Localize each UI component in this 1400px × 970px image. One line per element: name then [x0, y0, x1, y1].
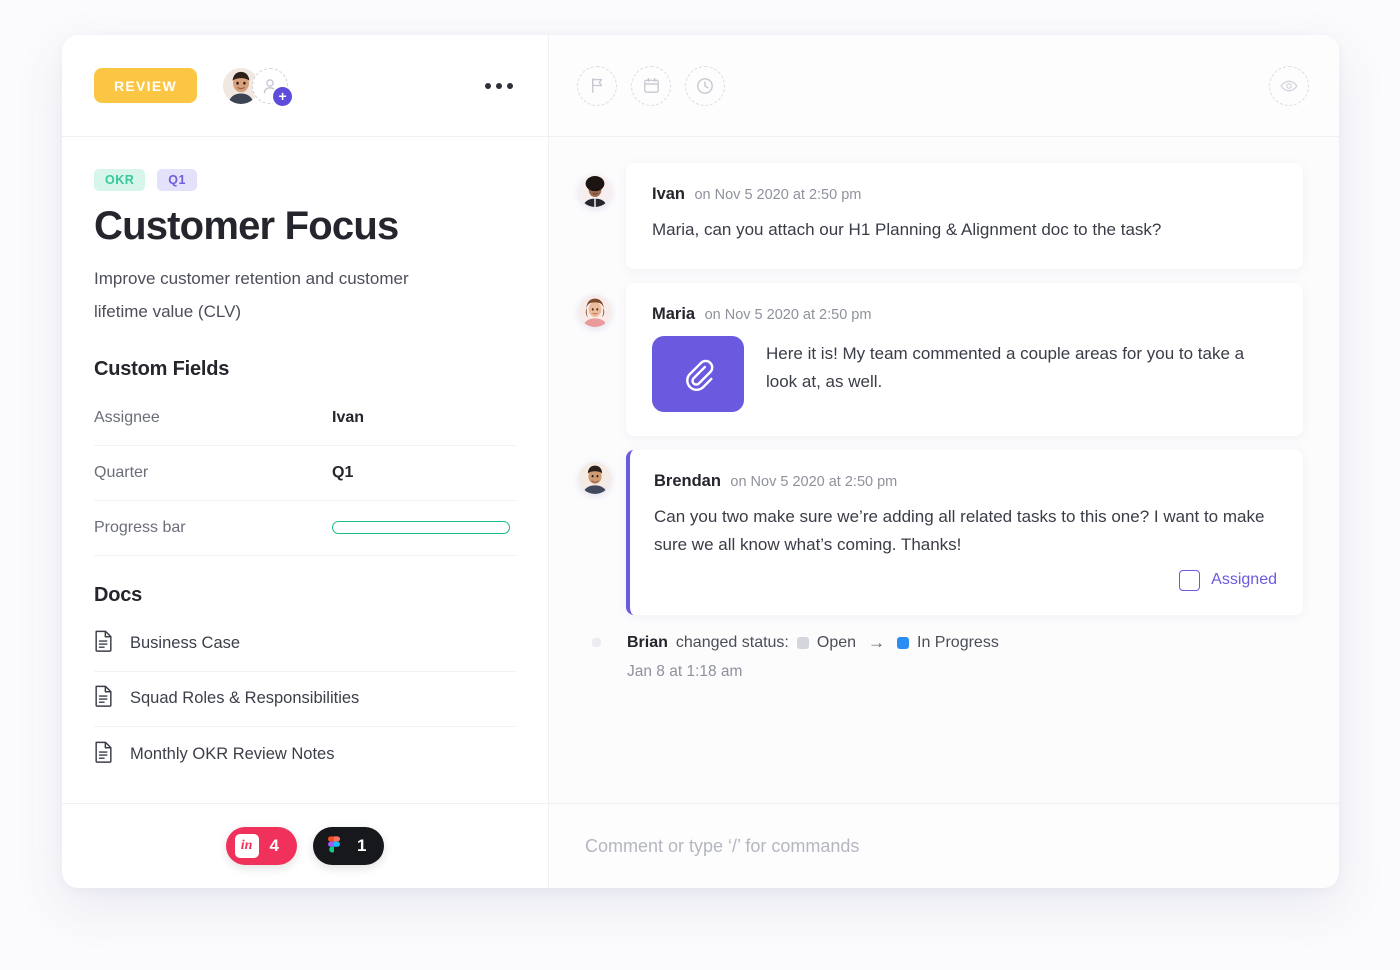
- comment-timestamp: on Nov 5 2020 at 2:50 pm: [730, 473, 898, 490]
- integration-count: 1: [357, 836, 367, 855]
- activity-pane: Ivan on Nov 5 2020 at 2:50 pm Maria, can…: [549, 137, 1339, 803]
- add-person-button[interactable]: +: [252, 67, 293, 106]
- task-header-left: REVIEW +: [62, 35, 549, 137]
- activity-actor: Brian: [627, 633, 668, 651]
- task-footer: in 4 1 Comment or type ‘/’ for commands: [62, 803, 1339, 888]
- activity-to-status: In Progress: [917, 633, 999, 651]
- comment-item: Ivan on Nov 5 2020 at 2:50 pm Maria, can…: [579, 163, 1303, 269]
- integration-pill-invision[interactable]: in 4: [225, 827, 297, 865]
- activity-action: changed status:: [675, 633, 789, 651]
- comment-bubble: Ivan on Nov 5 2020 at 2:50 pm Maria, can…: [626, 163, 1303, 269]
- document-icon: [94, 630, 113, 657]
- custom-field-value: Q1: [332, 463, 354, 481]
- assigned-row: Assigned: [654, 569, 1277, 591]
- attachment-tile[interactable]: [652, 335, 744, 412]
- custom-field-quarter[interactable]: Quarter Q1: [94, 446, 516, 501]
- activity-item-status-change: Brian changed status: Open → In Progress…: [580, 633, 1303, 681]
- eye-icon: [1280, 80, 1298, 91]
- assignee-group: +: [223, 67, 293, 106]
- doc-item-label: Business Case: [130, 634, 241, 653]
- status-badge[interactable]: REVIEW: [94, 68, 198, 103]
- comment-text: Maria, can you attach our H1 Planning & …: [652, 220, 1162, 239]
- custom-field-value: Ivan: [332, 408, 365, 426]
- custom-field-label: Assignee: [94, 408, 160, 426]
- progress-bar[interactable]: [332, 521, 510, 535]
- integration-count: 4: [269, 836, 279, 855]
- calendar-icon: [643, 77, 659, 93]
- comment-input-placeholder[interactable]: Comment or type ‘/’ for commands: [585, 836, 859, 857]
- doc-item-monthly-okr-review-notes[interactable]: Monthly OKR Review Notes: [94, 727, 516, 782]
- status-swatch-in-progress: [897, 636, 910, 649]
- task-body: OKR Q1 Customer Focus Improve customer r…: [62, 137, 1339, 803]
- set-priority-button[interactable]: [577, 65, 617, 106]
- kebab-menu-icon[interactable]: [485, 82, 513, 89]
- doc-item-label: Squad Roles & Responsibilities: [130, 689, 360, 708]
- comment-composer[interactable]: Comment or type ‘/’ for commands: [549, 804, 1339, 888]
- task-header-right: [549, 35, 1339, 137]
- plus-icon: +: [273, 86, 293, 106]
- watch-task-button[interactable]: [1269, 65, 1309, 106]
- clock-icon: [697, 77, 713, 94]
- comment-meta: Ivan on Nov 5 2020 at 2:50 pm: [652, 185, 1277, 204]
- doc-item-squad-roles[interactable]: Squad Roles & Responsibilities: [94, 672, 516, 727]
- comment-timestamp: on Nov 5 2020 at 2:50 pm: [704, 306, 872, 323]
- custom-field-label: Quarter: [94, 463, 149, 481]
- avatar[interactable]: [579, 175, 611, 207]
- integrations-bar: in 4 1: [62, 804, 549, 888]
- assigned-checkbox[interactable]: [1179, 569, 1201, 591]
- figma-icon: [322, 834, 346, 858]
- comment-author: Brendan: [654, 471, 721, 490]
- custom-field-progress-bar[interactable]: Progress bar: [94, 501, 516, 556]
- comment-bubble: Maria on Nov 5 2020 at 2:50 pm Here it i…: [626, 282, 1303, 436]
- tag-list: OKR Q1: [94, 169, 516, 191]
- comment-meta: Maria on Nov 5 2020 at 2:50 pm: [652, 305, 1277, 324]
- avatar[interactable]: [579, 294, 611, 327]
- comment-attachment-row: Here it is! My team commented a couple a…: [652, 335, 1277, 412]
- doc-item-business-case[interactable]: Business Case: [94, 617, 516, 672]
- paperclip-icon: [686, 359, 714, 391]
- task-description: Improve customer retention and customer …: [94, 268, 409, 321]
- custom-field-assignee[interactable]: Assignee Ivan: [94, 391, 516, 446]
- comment-text: Can you two make sure we’re adding all r…: [654, 506, 1265, 555]
- set-due-date-button[interactable]: [631, 65, 671, 106]
- comment-item: Brendan on Nov 5 2020 at 2:50 pm Can you…: [579, 449, 1303, 615]
- assigned-label: Assigned: [1211, 571, 1277, 589]
- task-header: REVIEW +: [62, 35, 1339, 137]
- comment-author: Ivan: [652, 185, 686, 203]
- comment-author: Maria: [652, 304, 696, 323]
- custom-fields-heading: Custom Fields: [94, 357, 230, 380]
- comment-text: Here it is! My team commented a couple a…: [766, 343, 1245, 392]
- status-swatch-open: [796, 636, 809, 649]
- screenshot-root: REVIEW + OKR Q1 Customer Focus Improve c…: [0, 0, 1400, 970]
- activity-line: Brian changed status: Open → In Progress: [627, 633, 999, 653]
- document-icon: [94, 741, 113, 768]
- avatar[interactable]: [579, 461, 611, 494]
- track-time-button[interactable]: [685, 65, 725, 106]
- comment-meta: Brendan on Nov 5 2020 at 2:50 pm: [654, 472, 1277, 491]
- tag-okr[interactable]: OKR: [94, 169, 146, 191]
- custom-field-label: Progress bar: [94, 518, 186, 536]
- activity-from-status: Open: [816, 633, 857, 651]
- activity-body: Brian changed status: Open → In Progress…: [627, 633, 999, 681]
- doc-item-label: Monthly OKR Review Notes: [130, 744, 335, 763]
- docs-heading: Docs: [94, 583, 143, 606]
- comment-bubble: Brendan on Nov 5 2020 at 2:50 pm Can you…: [626, 449, 1303, 615]
- invision-icon: in: [234, 834, 259, 858]
- comment-timestamp: on Nov 5 2020 at 2:50 pm: [694, 187, 862, 203]
- arrow-icon: →: [868, 632, 886, 652]
- tag-q1[interactable]: Q1: [157, 169, 197, 191]
- activity-timestamp: Jan 8 at 1:18 am: [627, 662, 743, 680]
- task-detail-card: REVIEW + OKR Q1 Customer Focus Improve c…: [62, 35, 1339, 888]
- activity-dot-icon: [580, 633, 612, 647]
- document-icon: [94, 685, 113, 712]
- flag-icon: [591, 78, 602, 93]
- page-title: Customer Focus: [94, 203, 399, 248]
- comment-item: Maria on Nov 5 2020 at 2:50 pm Here it i…: [579, 282, 1303, 436]
- integration-pill-figma[interactable]: 1: [313, 827, 385, 865]
- task-details-pane: OKR Q1 Customer Focus Improve customer r…: [62, 137, 549, 803]
